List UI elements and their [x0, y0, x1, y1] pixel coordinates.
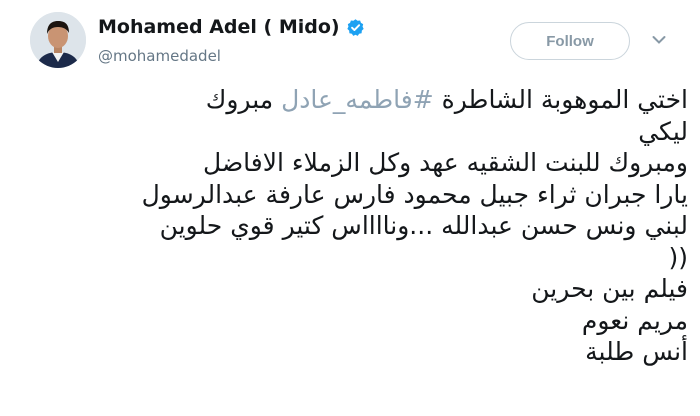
profile-photo	[30, 12, 86, 68]
chevron-down-icon[interactable]	[652, 35, 666, 45]
tweet-line: ومبروك للبنت الشقيه عهد وكل الزملاء الاف…	[203, 148, 688, 177]
tweet-text: اختي الموهوبة الشاطرة #فاطمه_عادل مبروك …	[20, 84, 688, 416]
verified-badge-icon	[346, 18, 364, 36]
name-row: Mohamed Adel ( Mido)	[98, 16, 365, 38]
handle[interactable]: @mohamedadel	[98, 47, 221, 65]
tweet-line: ليكي	[638, 116, 688, 146]
tweet-line: ((	[668, 242, 688, 272]
tweet-header: Mohamed Adel ( Mido) @mohamedadel Follow	[0, 0, 700, 80]
follow-button[interactable]: Follow	[510, 22, 630, 60]
tweet-text-segment: مبروك	[205, 85, 282, 114]
hashtag-link[interactable]: #فاطمه_عادل	[281, 85, 434, 114]
display-name[interactable]: Mohamed Adel ( Mido)	[98, 16, 340, 38]
tweet-line: فيلم بين بحرين	[531, 274, 688, 303]
tweet-line: يارا جبران ثراء جبيل محمود فارس عارفة عب…	[141, 179, 688, 209]
tweet-text-segment: اختي الموهوبة الشاطرة	[433, 85, 688, 114]
tweet-line: لبني ونس حسن عبدالله ...ونااااس كتير قوي…	[159, 211, 688, 240]
tweet-line: مريم نعوم	[581, 305, 688, 335]
tweet-line: أنس طلبة	[585, 337, 688, 366]
avatar[interactable]	[30, 12, 86, 68]
tweet-line: اختي الموهوبة الشاطرة #فاطمه_عادل مبروك	[20, 84, 688, 116]
